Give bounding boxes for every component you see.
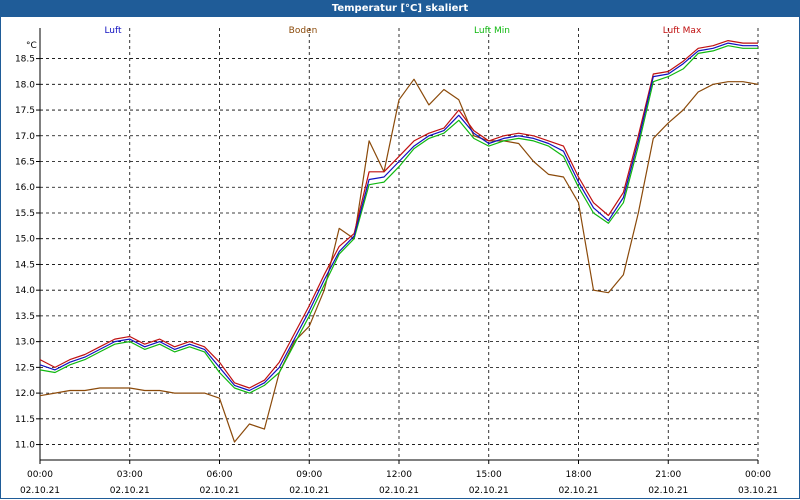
x-tick-time-label: 06:00 — [207, 470, 233, 480]
x-tick-date-label: 02.10.21 — [20, 486, 60, 496]
legend-entry-luft-min: Luft Min — [474, 26, 510, 36]
y-tick-label: 15.5 — [15, 209, 35, 219]
x-tick-date-label: 02.10.21 — [558, 486, 598, 496]
x-tick-date-label: 02.10.21 — [469, 486, 509, 496]
x-tick-date-label: 02.10.21 — [110, 486, 150, 496]
x-tick-date-label: 03.10.21 — [738, 486, 778, 496]
y-tick-label: 14.0 — [15, 286, 35, 296]
x-tick-time-label: 03:00 — [117, 470, 143, 480]
x-tick-date-label: 02.10.21 — [648, 486, 688, 496]
y-tick-label: 18.5 — [15, 55, 35, 65]
y-tick-label: 15.0 — [15, 235, 35, 245]
x-tick-date-label: 02.10.21 — [289, 486, 329, 496]
legend-entry-luft: Luft — [104, 26, 122, 36]
y-tick-label: 12.5 — [15, 363, 35, 373]
temperature-chart: 11.0 11.5 12.0 12.5 13.0 13.5 14.0 14.5 15.0 15.5… — [15, 26, 778, 496]
legend-entry-luft-max: Luft Max — [663, 26, 702, 36]
x-tick-time-label: 18:00 — [566, 470, 592, 480]
legend-entry-boden: Boden — [289, 26, 318, 36]
y-tick-label: 16.0 — [15, 183, 35, 193]
y-tick-label: 14.5 — [15, 260, 35, 270]
y-tick-label: 17.5 — [15, 106, 35, 116]
x-tick-time-label: 21:00 — [655, 470, 681, 480]
y-tick-label: 16.5 — [15, 158, 35, 168]
y-tick-label: 12.0 — [15, 389, 35, 399]
y-tick-label: 17.0 — [15, 132, 35, 142]
series-line-boden — [39, 78, 759, 443]
x-tick-time-label: 00:00 — [27, 470, 53, 480]
x-tick-time-label: 00:00 — [745, 470, 771, 480]
y-tick-label: 18.0 — [15, 80, 35, 90]
y-tick-label: 11.0 — [15, 441, 35, 451]
x-tick-time-label: 09:00 — [296, 470, 322, 480]
x-tick-date-label: 02.10.21 — [379, 486, 419, 496]
series-layer — [39, 39, 759, 443]
x-tick-time-label: 15:00 — [476, 470, 502, 480]
y-tick-label: 13.5 — [15, 312, 35, 322]
y-tick-label: 13.0 — [15, 338, 35, 348]
y-tick-label: 11.5 — [15, 415, 35, 425]
x-tick-time-label: 12:00 — [386, 470, 412, 480]
y-axis-unit-label: °C — [26, 41, 37, 51]
x-tick-date-label: 02.10.21 — [199, 486, 239, 496]
